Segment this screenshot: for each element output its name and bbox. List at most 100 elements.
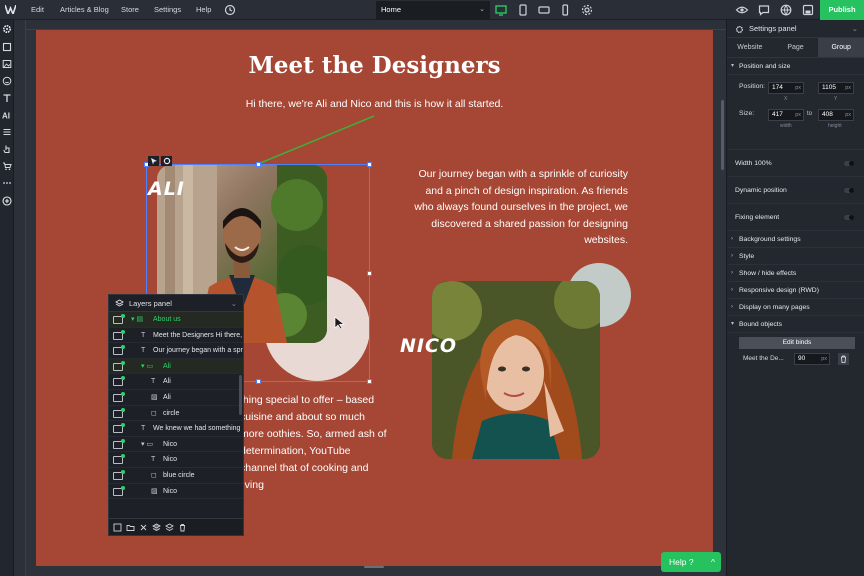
layers-down-icon[interactable] xyxy=(165,523,174,532)
ai-tool-icon[interactable]: AI xyxy=(2,110,12,121)
layer-row[interactable]: ▾ ▤ About us xyxy=(109,312,243,328)
square-tool-icon[interactable] xyxy=(2,42,12,52)
menu-edit[interactable]: Edit xyxy=(31,0,44,20)
visibility-monitor-icon[interactable] xyxy=(113,469,125,480)
resize-handle-t[interactable] xyxy=(256,162,261,167)
menu-articles-blog[interactable]: Articles & Blog xyxy=(60,0,109,20)
section-heading[interactable]: Meet the Designers xyxy=(36,52,713,79)
edit-binds-button[interactable]: Edit binds xyxy=(739,337,855,349)
menu-store[interactable]: Store xyxy=(121,0,139,20)
canvas-vertical-scrollbar[interactable] xyxy=(721,100,724,170)
tab-page[interactable]: Page xyxy=(773,38,819,57)
add-element-icon[interactable] xyxy=(2,196,12,206)
settings-section-header[interactable]: › Responsive design (RWD) xyxy=(727,282,864,299)
nico-photo[interactable] xyxy=(432,281,600,459)
visibility-monitor-icon[interactable] xyxy=(113,329,125,340)
layer-row[interactable]: ▨ Ali xyxy=(109,390,243,406)
history-icon[interactable] xyxy=(223,3,237,17)
settings-panel-collapse-icon[interactable]: ⌄ xyxy=(852,20,858,38)
layer-row[interactable]: T Meet the Designers Hi there, we're xyxy=(109,328,243,344)
visibility-monitor-icon[interactable] xyxy=(113,485,125,496)
close-icon[interactable] xyxy=(139,523,148,532)
height-input[interactable]: 408 px xyxy=(818,109,854,121)
layer-row[interactable]: ▾ ▭ Nico xyxy=(109,437,243,453)
settings-gear-icon[interactable] xyxy=(2,24,12,34)
bound-object-offset-input[interactable]: 90 px xyxy=(794,353,830,365)
settings-section-header[interactable]: › Show / hide effects xyxy=(727,265,864,282)
delete-bound-button[interactable] xyxy=(838,353,849,365)
page-select[interactable]: Home ⌄ xyxy=(376,1,490,19)
tab-group[interactable]: Group xyxy=(818,38,864,57)
menu-tool-icon[interactable] xyxy=(2,127,12,137)
visibility-monitor-icon[interactable] xyxy=(113,438,125,449)
shop-cart-icon[interactable] xyxy=(2,161,12,171)
position-size-section-header[interactable]: ▾ Position and size xyxy=(727,58,864,75)
canvas-horizontal-scrollbar[interactable] xyxy=(364,566,384,568)
layer-row[interactable]: T Ali xyxy=(109,374,243,390)
layers-up-icon[interactable] xyxy=(152,523,161,532)
layer-row[interactable]: ▨ Nico xyxy=(109,484,243,500)
trash-icon[interactable] xyxy=(178,523,187,532)
tab-website[interactable]: Website xyxy=(727,38,773,57)
layer-row[interactable]: T We knew we had something xyxy=(109,421,243,437)
position-y-input[interactable]: 1105 px xyxy=(818,82,854,94)
tablet-landscape-view-icon[interactable] xyxy=(537,3,551,17)
position-x-input[interactable]: 174 px xyxy=(768,82,804,94)
element-settings-icon[interactable] xyxy=(161,156,172,166)
visibility-monitor-icon[interactable] xyxy=(113,314,125,324)
image-tool-icon[interactable] xyxy=(2,59,12,69)
layer-row[interactable]: ▾ ▭ Ali xyxy=(109,358,243,375)
new-folder-icon[interactable] xyxy=(126,523,135,532)
resize-handle-r[interactable] xyxy=(367,271,372,276)
visibility-monitor-icon[interactable] xyxy=(113,407,125,418)
move-tool-icon[interactable] xyxy=(148,156,159,166)
layer-row[interactable]: ◻ circle xyxy=(109,406,243,422)
globe-icon[interactable] xyxy=(779,3,793,17)
visibility-monitor-icon[interactable] xyxy=(113,391,125,402)
dynamic-position-toggle[interactable] xyxy=(844,188,854,193)
settings-section-header[interactable]: ▾ Bound objects xyxy=(727,316,864,333)
menu-settings[interactable]: Settings xyxy=(154,0,181,20)
publish-button[interactable]: Publish xyxy=(820,0,864,20)
help-button[interactable]: Help ? ^ xyxy=(661,552,721,572)
layers-scrollbar[interactable] xyxy=(239,375,242,415)
layer-row[interactable]: T Our journey began with a sprinkle xyxy=(109,343,243,359)
visibility-monitor-icon[interactable] xyxy=(113,423,125,434)
width-100-toggle[interactable] xyxy=(844,161,854,166)
intro-paragraph[interactable]: Our journey began with a sprinkle of cur… xyxy=(406,166,628,249)
comments-icon[interactable] xyxy=(757,3,771,17)
fixing-element-toggle[interactable] xyxy=(844,215,854,220)
width-input[interactable]: 417 px xyxy=(768,109,804,121)
layer-row[interactable]: T Nico xyxy=(109,452,243,468)
tablet-view-icon[interactable] xyxy=(516,3,530,17)
interaction-hand-icon[interactable] xyxy=(2,144,12,154)
text-tool-icon[interactable] xyxy=(2,93,12,103)
save-icon[interactable] xyxy=(801,3,815,17)
visibility-monitor-icon[interactable] xyxy=(113,345,125,356)
story-paragraph[interactable]: thing special to offer – based cuisine a… xyxy=(240,392,390,494)
settings-section-header[interactable]: › Background settings xyxy=(727,231,864,248)
resize-handle-tr[interactable] xyxy=(367,162,372,167)
visibility-monitor-icon[interactable] xyxy=(113,360,125,371)
settings-panel-header[interactable]: Settings panel ⌄ xyxy=(727,20,864,38)
view-settings-gear-icon[interactable] xyxy=(580,3,594,17)
layers-panel-header[interactable]: Layers panel ⌄ xyxy=(109,295,243,312)
layer-row[interactable]: ◻ blue circle xyxy=(109,468,243,484)
visibility-monitor-icon[interactable] xyxy=(113,454,125,465)
more-dots-icon[interactable] xyxy=(2,178,12,188)
section-subheading[interactable]: Hi there, we're Ali and Nico and this is… xyxy=(36,98,713,110)
preview-eye-icon[interactable] xyxy=(735,3,749,17)
settings-section-header[interactable]: › Display on many pages xyxy=(727,299,864,316)
add-layer-icon[interactable] xyxy=(113,523,122,532)
settings-section-header[interactable]: › Style xyxy=(727,248,864,265)
mobile-view-icon[interactable] xyxy=(558,3,572,17)
vertical-ruler xyxy=(14,20,26,576)
visibility-monitor-icon[interactable] xyxy=(113,376,125,387)
emoji-tool-icon[interactable] xyxy=(2,76,12,86)
resize-handle-b[interactable] xyxy=(256,379,261,384)
nico-name-label[interactable]: NICO xyxy=(400,335,457,357)
menu-help[interactable]: Help xyxy=(196,0,211,20)
desktop-view-icon[interactable] xyxy=(494,3,508,17)
resize-handle-br[interactable] xyxy=(367,379,372,384)
layers-panel-collapse-icon[interactable]: ⌄ xyxy=(231,295,237,312)
